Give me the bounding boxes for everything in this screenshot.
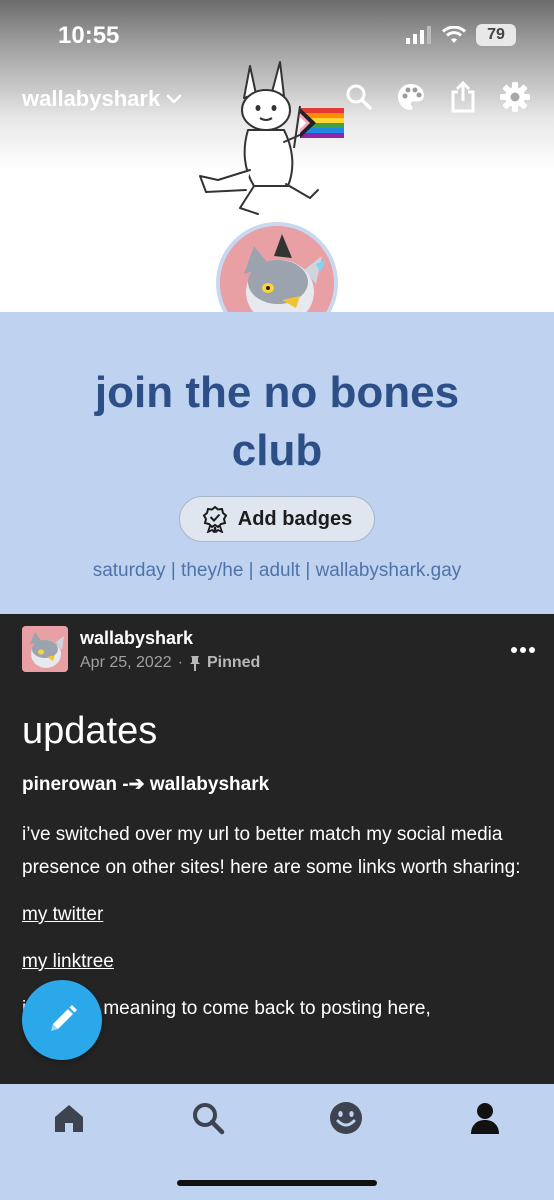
header-actions <box>342 80 532 114</box>
badge-icon <box>202 505 228 533</box>
nav-search[interactable] <box>188 1098 228 1138</box>
post-subheading: pinerowan -➔ wallabyshark <box>22 774 270 795</box>
post-paragraph: i’ve switched over my url to better matc… <box>22 824 521 878</box>
battery-indicator: 79 <box>476 24 516 46</box>
blog-name: wallabyshark <box>22 86 161 111</box>
home-indicator <box>177 1180 377 1186</box>
home-icon <box>55 1105 83 1132</box>
post-author-avatar[interactable] <box>22 626 68 672</box>
status-time: 10:55 <box>58 22 120 49</box>
linktree-link[interactable]: my linktree <box>22 945 532 978</box>
signal-icon <box>406 26 431 44</box>
blog-description: saturday | they/he | adult | wallabyshar… <box>92 560 462 581</box>
blog-header: 10:55 79 wallabyshark <box>0 0 554 344</box>
compose-post-button[interactable] <box>22 980 102 1060</box>
blog-profile: join the no bones club Add badges saturd… <box>0 312 554 614</box>
post-date: Apr 25, 2022 <box>80 654 172 671</box>
palette-button[interactable] <box>394 80 428 114</box>
share-icon <box>451 81 475 113</box>
twitter-link[interactable]: my twitter <box>22 898 532 931</box>
post-meta: Apr 25, 2022 · Pinned <box>80 654 260 672</box>
wifi-icon <box>442 26 466 43</box>
chevron-down-icon <box>166 94 182 104</box>
pinned-label: Pinned <box>206 654 261 671</box>
settings-button[interactable] <box>498 80 532 114</box>
share-button[interactable] <box>446 80 480 114</box>
pencil-icon <box>51 1005 77 1031</box>
add-badges-label: Add badges <box>237 507 353 530</box>
nav-activity[interactable] <box>326 1098 366 1138</box>
palette-icon <box>398 84 424 110</box>
blog-title: join the no bones club <box>94 368 460 475</box>
more-icon <box>511 647 535 653</box>
post-author[interactable]: wallabyshark <box>80 628 193 649</box>
gear-icon <box>500 82 530 112</box>
more-options-button[interactable] <box>510 634 536 660</box>
avatar-image <box>22 626 68 672</box>
post-heading: updates <box>22 710 158 752</box>
status-icons: 79 <box>406 24 516 46</box>
search-icon <box>193 1103 225 1135</box>
nav-home[interactable] <box>49 1098 89 1138</box>
header-image <box>199 61 344 215</box>
nav-account[interactable] <box>465 1098 505 1138</box>
pin-icon <box>189 656 200 671</box>
activity-icon <box>330 1102 362 1134</box>
add-badges-button[interactable]: Add badges <box>179 496 375 542</box>
blog-switcher[interactable]: wallabyshark <box>22 86 182 112</box>
post-body: updates pinerowan -➔ wallabyshark i’ve s… <box>22 710 532 1039</box>
meta-separator: · <box>177 654 183 671</box>
account-icon <box>471 1103 499 1134</box>
